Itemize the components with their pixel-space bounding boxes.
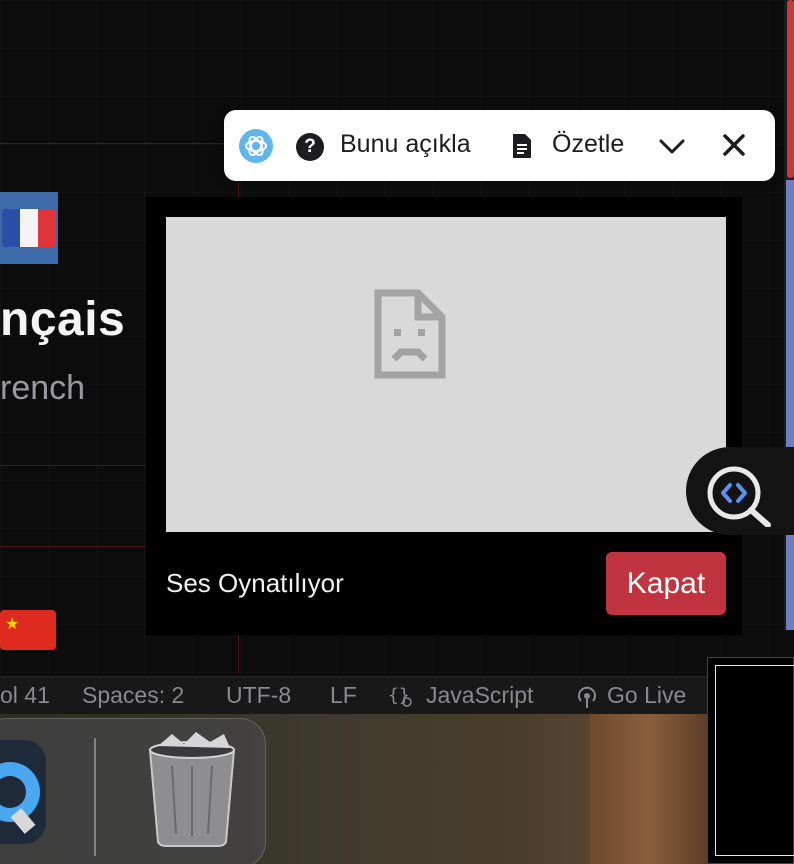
language-mode[interactable]: JavaScript bbox=[426, 682, 533, 709]
chatgpt-icon[interactable] bbox=[239, 129, 273, 163]
language-native-name: nçais bbox=[0, 293, 126, 346]
document-icon[interactable] bbox=[511, 132, 533, 160]
selection-toolbar: ? Bunu açıkla Özetle bbox=[224, 110, 775, 181]
background-window-frame bbox=[715, 665, 794, 856]
quicktime-glyph bbox=[0, 762, 40, 834]
chevron-down-icon[interactable] bbox=[658, 134, 686, 158]
wallpaper-tree-trunk bbox=[590, 714, 710, 864]
svg-text:{}: {} bbox=[388, 685, 410, 706]
side-panel-strip bbox=[786, 180, 794, 630]
playback-status: Ses Oynatılıyor bbox=[166, 568, 344, 598]
card-border bbox=[0, 546, 146, 547]
french-flag-icon bbox=[0, 192, 58, 264]
card-border bbox=[0, 465, 146, 466]
dock-divider bbox=[94, 738, 96, 856]
card-border bbox=[0, 143, 240, 144]
code-search-icon bbox=[707, 466, 771, 527]
cursor-position[interactable]: ol 41 bbox=[0, 682, 50, 709]
editor-status-bar: ol 41 Spaces: 2 UTF-8 LF {} JavaScript G… bbox=[0, 676, 710, 714]
close-button[interactable]: Kapat bbox=[606, 552, 726, 615]
broadcast-icon bbox=[578, 686, 596, 708]
language-english-name: rench bbox=[0, 369, 86, 407]
encoding-setting[interactable]: UTF-8 bbox=[226, 682, 291, 709]
trash-icon[interactable] bbox=[144, 730, 240, 848]
close-icon[interactable] bbox=[721, 132, 747, 158]
braces-icon: {} bbox=[388, 685, 412, 707]
line-ending-setting[interactable]: LF bbox=[330, 682, 357, 709]
help-icon[interactable]: ? bbox=[296, 133, 324, 161]
quicktime-icon[interactable] bbox=[0, 740, 46, 844]
explain-button[interactable]: Bunu açıkla bbox=[340, 130, 471, 159]
summarize-button[interactable]: Özetle bbox=[552, 130, 624, 159]
go-live-button[interactable]: Go Live bbox=[607, 682, 686, 709]
broken-document-icon bbox=[374, 289, 446, 379]
media-frame bbox=[166, 217, 726, 532]
indent-setting[interactable]: Spaces: 2 bbox=[82, 682, 184, 709]
chatgpt-logo bbox=[245, 135, 267, 157]
side-scroll-indicator[interactable] bbox=[787, 0, 794, 178]
china-flag-icon: ★ bbox=[0, 610, 56, 650]
code-search-button[interactable] bbox=[686, 447, 794, 535]
